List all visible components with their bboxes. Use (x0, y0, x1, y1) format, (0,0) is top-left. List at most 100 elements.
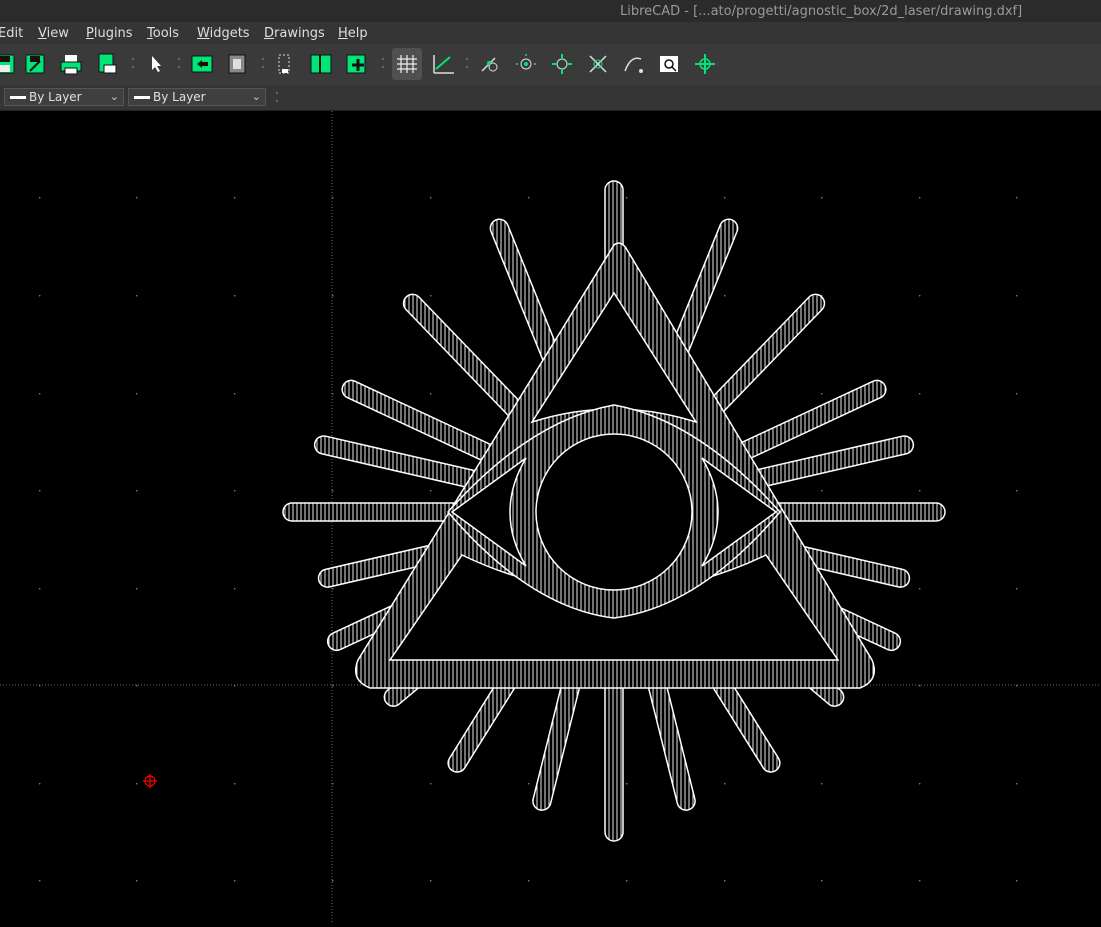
grid-dot (724, 880, 726, 882)
grid-dot (136, 393, 138, 395)
toolbar-separator (382, 56, 384, 74)
new-block-icon[interactable] (344, 51, 370, 77)
grid-dot (332, 490, 334, 492)
grid-dot (136, 880, 138, 882)
grid-dot (136, 197, 138, 199)
grid-dot (430, 783, 432, 785)
grid-dot (724, 197, 726, 199)
menu-help[interactable]: Help (338, 26, 368, 41)
grid-dot (1016, 197, 1018, 199)
print-preview-icon[interactable] (94, 51, 120, 77)
grid-dot (1016, 588, 1018, 590)
grid-dot (39, 588, 41, 590)
grid-dot (626, 783, 628, 785)
layer-list-icon[interactable] (271, 51, 297, 77)
grid-dot (234, 490, 236, 492)
grid-dot (626, 880, 628, 882)
grid-dot (528, 880, 530, 882)
grid-icon[interactable] (392, 48, 422, 80)
eye-pupil (535, 433, 693, 591)
grid-dot (919, 588, 921, 590)
toolbar-separator (262, 56, 264, 74)
grid-dot (39, 490, 41, 492)
drawing-canvas[interactable] (0, 111, 1101, 923)
toolbar-separator (178, 56, 180, 74)
window-title: LibreCAD - [...ato/progetti/agnostic_box… (620, 4, 1023, 19)
grid-dot (39, 197, 41, 199)
grid-dot (821, 393, 823, 395)
grid-dot (1016, 393, 1018, 395)
snap-intersection-icon[interactable] (585, 51, 611, 77)
grid-dot (821, 197, 823, 199)
menu-tools[interactable]: Tools (147, 26, 179, 41)
snap-grid-icon[interactable] (513, 51, 539, 77)
snap-endpoint-icon[interactable] (549, 51, 575, 77)
grid-dot (919, 295, 921, 297)
grid-dot (919, 880, 921, 882)
relative-zero-icon[interactable] (692, 51, 718, 77)
sunburst-eye-drawing[interactable] (282, 180, 946, 842)
grid-dot (430, 880, 432, 882)
grid-dot (136, 490, 138, 492)
grid-dot (919, 783, 921, 785)
snap-free-icon[interactable] (477, 51, 503, 77)
menu-drawings[interactable]: Drawings (264, 26, 325, 41)
grid-dot (919, 490, 921, 492)
menu-bar: Edit View Plugins Tools Widgets Drawings… (0, 22, 1101, 44)
grid-dot (1016, 295, 1018, 297)
chevron-down-icon: ⌄ (109, 90, 119, 103)
grid-dot (430, 490, 432, 492)
toolbar-separator (466, 56, 468, 74)
grid-dot (821, 783, 823, 785)
toolbar-handle (276, 90, 278, 108)
line-sample-icon (134, 96, 150, 99)
pen-toolbar: By Layer ⌄ By Layer ⌄ (0, 85, 1101, 111)
grid-dot (919, 197, 921, 199)
line-sample-icon (10, 96, 26, 99)
block-insert-icon[interactable] (189, 51, 215, 77)
grid-dot (136, 295, 138, 297)
grid-dot (39, 783, 41, 785)
select-pointer-icon[interactable] (143, 51, 169, 77)
grid-dot (626, 197, 628, 199)
main-toolbar (0, 44, 1101, 86)
save-as-icon[interactable] (22, 51, 48, 77)
grid-dot (821, 880, 823, 882)
line-type-select[interactable]: By Layer ⌄ (4, 88, 124, 106)
grid-dot (1016, 490, 1018, 492)
grid-dot (234, 295, 236, 297)
grid-dot (39, 880, 41, 882)
grid-dot (430, 393, 432, 395)
grid-dot (136, 783, 138, 785)
origin-marker-icon (143, 774, 157, 788)
print-icon[interactable] (58, 51, 84, 77)
grid-dot (724, 295, 726, 297)
save-icon[interactable] (0, 51, 18, 77)
grid-dot (821, 490, 823, 492)
block-edit-icon[interactable] (225, 51, 251, 77)
menu-view[interactable]: View (38, 26, 69, 41)
line-width-select[interactable]: By Layer ⌄ (128, 88, 266, 106)
grid-dot (234, 588, 236, 590)
toolbar-separator (132, 56, 134, 74)
grid-dot (136, 588, 138, 590)
grid-dot (136, 685, 138, 687)
zoom-window-icon[interactable] (656, 51, 682, 77)
grid-dot (332, 295, 334, 297)
menu-edit[interactable]: Edit (0, 26, 23, 41)
menu-widgets[interactable]: Widgets (197, 26, 250, 41)
grid-dot (919, 393, 921, 395)
menu-plugins[interactable]: Plugins (86, 26, 133, 41)
grid-dot (1016, 783, 1018, 785)
grid-dot (1016, 880, 1018, 882)
grid-dot (39, 393, 41, 395)
snap-on-entity-icon[interactable] (621, 51, 647, 77)
grid-dot (528, 197, 530, 199)
grid-dot (39, 295, 41, 297)
block-list-icon[interactable] (308, 51, 334, 77)
grid-dot (528, 783, 530, 785)
grid-dot (919, 685, 921, 687)
draft-mode-icon[interactable] (430, 51, 456, 77)
grid-dot (234, 197, 236, 199)
grid-dot (332, 880, 334, 882)
